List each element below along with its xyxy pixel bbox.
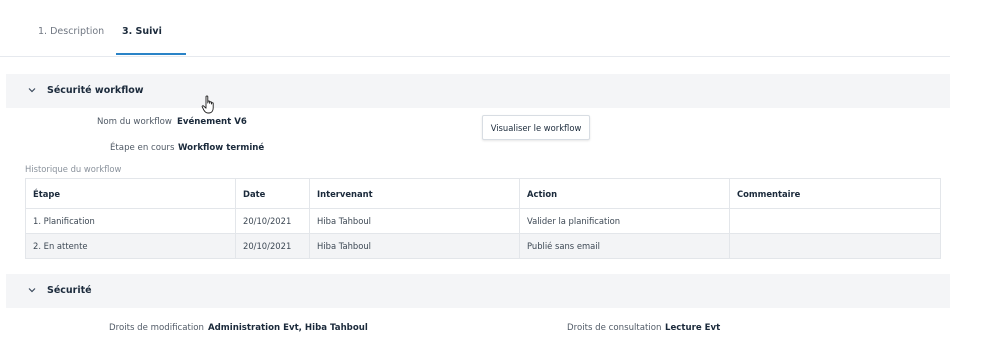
cell-action: Publié sans email [519,233,730,259]
cell-actor: Hiba Tahboul [309,208,520,234]
section-title: Sécurité [47,285,92,296]
current-step-label: Étape en cours [110,143,175,153]
column-header-step[interactable]: Étape [25,178,236,209]
cell-step: 2. En attente [25,233,236,259]
view-rights-label: Droits de consultation [567,323,662,333]
cell-comment [729,233,941,259]
cell-comment [729,208,941,234]
hand-pointer-icon [201,95,217,115]
current-step-value: Workflow terminé [178,143,265,153]
cell-action: Valider la planification [519,208,730,234]
column-header-actor[interactable]: Intervenant [309,178,520,209]
edit-rights-label: Droits de modification [109,323,204,333]
chevron-down-icon[interactable] [28,86,36,96]
tab-suivi[interactable]: 3. Suivi [122,26,162,37]
cell-actor: Hiba Tahboul [309,233,520,259]
view-rights-value: Lecture Evt [665,323,721,333]
cell-date: 20/10/2021 [235,208,310,234]
tab-description[interactable]: 1. Description [38,26,104,37]
section-title: Sécurité workflow [47,85,144,96]
column-header-comment[interactable]: Commentaire [729,178,941,209]
visualize-workflow-button[interactable]: Visualiser le workflow [482,115,590,140]
cell-step: 1. Planification [25,208,236,234]
column-header-date[interactable]: Date [235,178,310,209]
edit-rights-value: Administration Evt, Hiba Tahboul [208,323,368,333]
workflow-name-label: Nom du workflow [97,117,172,127]
column-header-action[interactable]: Action [519,178,730,209]
workflow-history-table: Étape Date Intervenant Action Commentair… [25,178,941,259]
table-row[interactable]: 1. Planification 20/10/2021 Hiba Tahboul… [25,208,941,234]
section-header-security-workflow[interactable]: Sécurité workflow [6,74,950,108]
cell-date: 20/10/2021 [235,233,310,259]
section-header-security[interactable]: Sécurité [6,274,950,308]
table-header-row: Étape Date Intervenant Action Commentair… [25,178,941,209]
workflow-name-value: Evénement V6 [177,117,247,127]
history-label: Historique du workflow [25,164,122,174]
chevron-down-icon[interactable] [28,286,36,296]
active-tab-indicator [116,53,186,55]
table-row[interactable]: 2. En attente 20/10/2021 Hiba Tahboul Pu… [25,233,941,259]
tab-bar: 1. Description 3. Suivi [0,0,950,57]
